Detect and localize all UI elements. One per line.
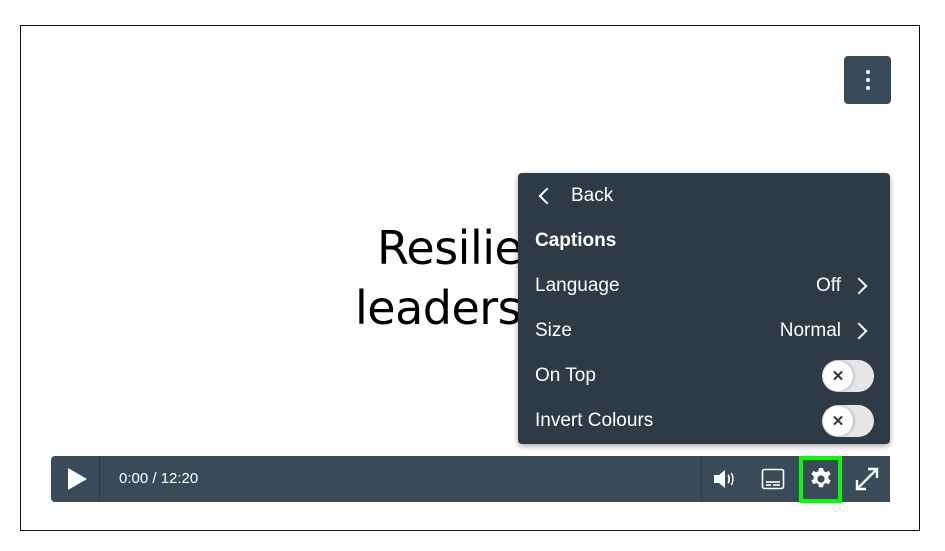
language-value: Off bbox=[816, 274, 841, 296]
captions-header: Captions bbox=[518, 218, 890, 263]
more-options-button[interactable] bbox=[844, 56, 891, 104]
back-menu-item[interactable]: Back bbox=[518, 173, 890, 218]
play-button[interactable] bbox=[51, 456, 100, 502]
close-icon: ✕ bbox=[823, 360, 853, 391]
on-top-label: On Top bbox=[535, 364, 596, 386]
on-top-toggle[interactable]: ✕ bbox=[822, 359, 874, 392]
kebab-dot-icon bbox=[865, 78, 870, 82]
invert-colours-label: Invert Colours bbox=[535, 409, 654, 431]
language-label: Language bbox=[535, 274, 620, 296]
kebab-dot-icon bbox=[865, 86, 870, 90]
divider bbox=[701, 456, 702, 502]
size-label: Size bbox=[535, 319, 572, 341]
close-icon: ✕ bbox=[823, 405, 853, 436]
chevron-left-icon bbox=[538, 187, 556, 204]
captions-title: Captions bbox=[535, 229, 617, 251]
fullscreen-button[interactable] bbox=[847, 456, 887, 502]
size-value: Normal bbox=[779, 319, 841, 341]
captions-button[interactable] bbox=[753, 456, 793, 502]
player-control-bar: 0:00 / 12:20 bbox=[51, 456, 890, 503]
chevron-right-icon bbox=[850, 277, 868, 294]
kebab-dot-icon bbox=[865, 70, 870, 74]
back-label: Back bbox=[571, 184, 614, 206]
volume-button[interactable] bbox=[705, 456, 745, 502]
language-menu-item[interactable]: Language Off bbox=[518, 263, 890, 308]
size-menu-item[interactable]: Size Normal bbox=[518, 308, 890, 353]
fullscreen-icon bbox=[855, 467, 879, 491]
slide-title: Resilie leaders bbox=[320, 218, 518, 338]
chevron-right-icon bbox=[850, 322, 868, 339]
invert-colours-menu-item: Invert Colours ✕ bbox=[518, 398, 890, 443]
play-icon bbox=[67, 468, 87, 490]
captions-icon bbox=[761, 468, 785, 490]
invert-colours-toggle[interactable]: ✕ bbox=[822, 404, 874, 437]
time-display: 0:00 / 12:20 bbox=[119, 470, 199, 487]
slide-title-line2: leaders bbox=[355, 281, 518, 335]
settings-highlight bbox=[799, 456, 842, 503]
captions-settings-menu: Back Captions Language Off Size Normal O… bbox=[518, 173, 890, 444]
volume-icon bbox=[714, 470, 734, 488]
slide-title-line1: Resilie bbox=[377, 221, 518, 275]
on-top-menu-item: On Top ✕ bbox=[518, 353, 890, 398]
